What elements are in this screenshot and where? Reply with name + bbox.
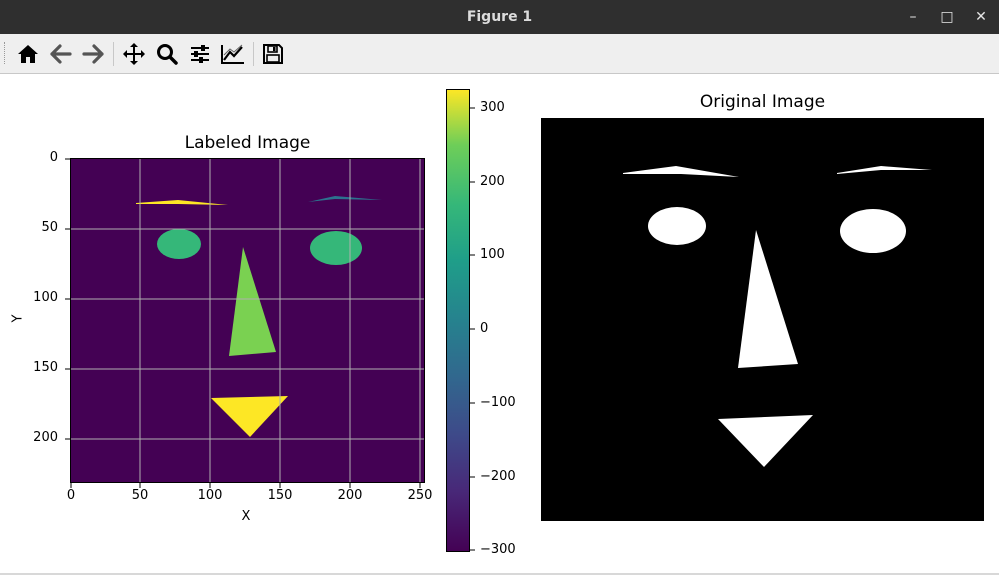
- colorbar-tick-label: 300: [480, 100, 505, 115]
- y-tick-label: 50: [41, 220, 58, 235]
- colorbar-tick-label: −100: [480, 395, 516, 410]
- subplots-icon: [191, 45, 209, 63]
- x-tick-label: 100: [197, 488, 223, 503]
- y-tick-label: 150: [33, 360, 58, 375]
- x-tick-label: 200: [337, 488, 363, 503]
- colorbar-tick-label: 100: [480, 247, 505, 262]
- minimize-button[interactable]: –: [898, 0, 928, 34]
- subplots-button[interactable]: [185, 39, 215, 69]
- colorbar-tick-label: 0: [480, 321, 489, 336]
- y-tick-label: 0: [49, 150, 58, 165]
- forward-arrow-icon: [82, 44, 104, 64]
- right-eye-region: [310, 231, 362, 265]
- original-left-eye: [648, 207, 706, 245]
- pan-button[interactable]: [119, 39, 149, 69]
- zoom-icon: [157, 44, 178, 65]
- y-tick-label: 100: [33, 290, 58, 305]
- labeled-image-axes[interactable]: [70, 158, 425, 483]
- maximize-button[interactable]: □: [932, 0, 962, 34]
- y-tick-label: 200: [33, 430, 58, 445]
- save-icon: [263, 44, 283, 64]
- y-axis-label: Y: [10, 314, 26, 323]
- window-title: Figure 1: [466, 9, 533, 25]
- close-button[interactable]: ✕: [966, 0, 996, 34]
- colorbar-tick-marks: [470, 107, 475, 551]
- toolbar-separator: [113, 42, 114, 66]
- x-tick-label: 150: [267, 488, 293, 503]
- y-tick-marks: [65, 158, 70, 440]
- back-arrow-icon: [50, 44, 72, 64]
- left-eye-region: [157, 229, 201, 259]
- figure-canvas[interactable]: Labeled Image 0 50 100 150 200 0 50 100 …: [0, 74, 999, 573]
- toolbar-grip: [4, 42, 8, 64]
- x-tick-label: 50: [131, 488, 149, 503]
- home-button[interactable]: [13, 39, 43, 69]
- save-button[interactable]: [258, 39, 288, 69]
- original-right-eye: [840, 209, 906, 253]
- original-image[interactable]: [541, 118, 984, 521]
- colorbar[interactable]: [446, 89, 476, 553]
- labeled-image-title: Labeled Image: [184, 133, 311, 153]
- original-image-title: Original Image: [699, 92, 826, 112]
- edit-axis-icon: [221, 44, 244, 64]
- toolbar-separator: [253, 42, 254, 66]
- colorbar-gradient: [446, 89, 470, 552]
- x-tick-label: 250: [407, 488, 433, 503]
- pan-icon: [123, 43, 145, 65]
- zoom-button[interactable]: [152, 39, 182, 69]
- forward-button[interactable]: [78, 39, 108, 69]
- navigation-toolbar: [0, 34, 999, 74]
- colorbar-tick-label: −200: [480, 469, 516, 484]
- colorbar-tick-label: 200: [480, 174, 505, 189]
- home-icon: [18, 45, 38, 63]
- window-titlebar: Figure 1 – □ ✕: [0, 0, 999, 34]
- colorbar-tick-label: −300: [480, 542, 516, 557]
- x-tick-marks: [70, 483, 421, 488]
- x-axis-label: X: [241, 509, 251, 524]
- x-tick-label: 0: [66, 488, 76, 503]
- edit-axis-button[interactable]: [218, 39, 248, 69]
- back-button[interactable]: [46, 39, 76, 69]
